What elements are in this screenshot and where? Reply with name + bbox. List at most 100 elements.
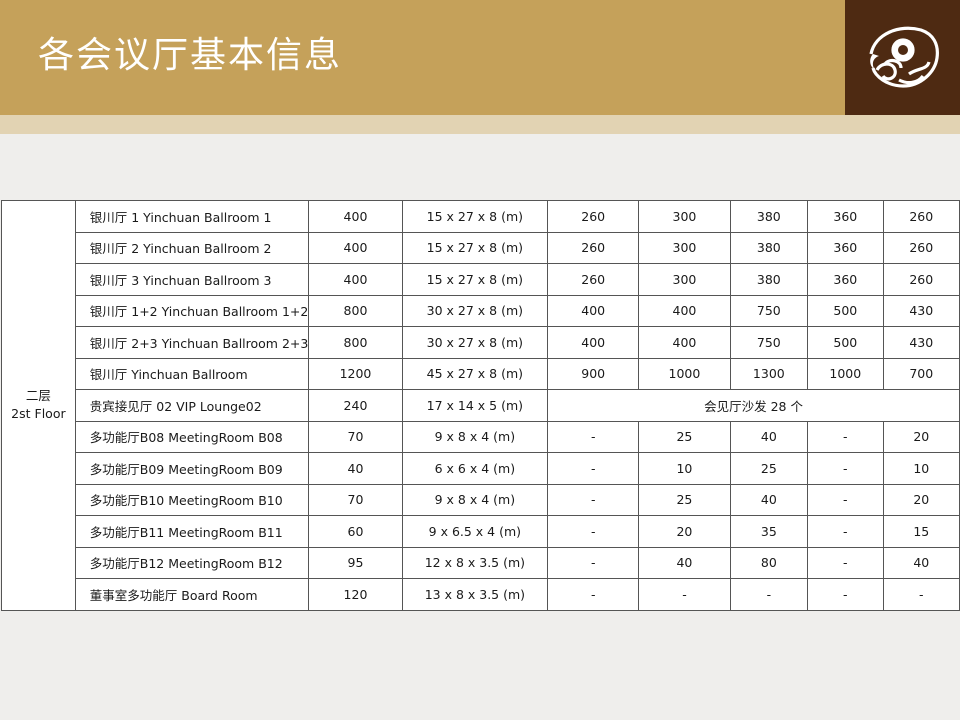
capacity-cell: 430 — [882, 294, 960, 327]
dimensions-cell: 9 x 8 x 4 (m) — [401, 483, 549, 516]
venue-table: 二层 2st Floor 银川厅 1 Yinchuan Ballroom 1 400 1… — [1, 200, 960, 611]
venue-name-cell: 银川厅 2+3 Yinchuan Ballroom 2+3 — [74, 326, 310, 359]
venue-name-cell: 多功能厅B11 MeetingRoom B11 — [74, 515, 310, 548]
header-strip — [0, 115, 960, 134]
area-cell: 800 — [308, 294, 403, 327]
capacity-cell: 40 — [729, 420, 809, 453]
table-row: 多功能厅B12 MeetingRoom B12 95 12 x 8 x 3.5 (m… — [2, 546, 960, 579]
area-cell: 60 — [308, 515, 403, 548]
area-cell: 400 — [308, 200, 403, 233]
venue-name-cell: 多功能厅B09 MeetingRoom B09 — [74, 452, 310, 485]
capacity-cell: 260 — [547, 231, 640, 264]
capacity-cell: - — [807, 546, 884, 579]
capacity-cell: 10 — [638, 452, 731, 485]
venue-name-cell: 银川厅 1+2 Yinchuan Ballroom 1+2 — [74, 294, 310, 327]
capacity-cell: - — [547, 483, 640, 516]
capacity-cell: 500 — [807, 326, 884, 359]
table-row: 贵宾接见厅 02 VIP Lounge02 240 17 x 14 x 5 (m) 会… — [2, 389, 960, 422]
floor-label-line: 二层 — [25, 388, 51, 404]
capacity-cell: - — [638, 578, 731, 611]
capacity-cell: 400 — [638, 294, 731, 327]
capacity-cell: 40 — [638, 546, 731, 579]
dimensions-cell: 15 x 27 x 8 (m) — [401, 200, 549, 233]
capacity-cell: 380 — [729, 263, 809, 296]
capacity-cell: 20 — [882, 483, 960, 516]
capacity-cell: 750 — [729, 294, 809, 327]
capacity-cell: - — [729, 578, 809, 611]
area-cell: 40 — [308, 452, 403, 485]
venue-name-cell: 银川厅 Yinchuan Ballroom — [74, 357, 310, 390]
capacity-cell: 260 — [547, 263, 640, 296]
area-cell: 400 — [308, 263, 403, 296]
area-cell: 70 — [308, 483, 403, 516]
venue-name-cell: 董事室多功能厅 Board Room — [74, 578, 310, 611]
area-cell: 400 — [308, 231, 403, 264]
capacity-cell: 15 — [882, 515, 960, 548]
capacity-cell: - — [807, 420, 884, 453]
capacity-cell: 900 — [547, 357, 640, 390]
area-cell: 1200 — [308, 357, 403, 390]
capacity-cell: 360 — [807, 200, 884, 233]
capacity-cell: - — [547, 578, 640, 611]
dimensions-cell: 9 x 8 x 4 (m) — [401, 420, 549, 453]
table-row: 多功能厅B08 MeetingRoom B08 70 9 x 8 x 4 (m) -2… — [2, 420, 960, 453]
page-title: 各会议厅基本信息 — [38, 35, 343, 76]
venue-name-cell: 贵宾接见厅 02 VIP Lounge02 — [74, 389, 310, 422]
capacity-cell: 400 — [547, 294, 640, 327]
capacity-cell: 20 — [882, 420, 960, 453]
capacity-cell: 360 — [807, 263, 884, 296]
capacity-cell: - — [807, 515, 884, 548]
capacity-cell: 1000 — [807, 357, 884, 390]
table-row: 二层 2st Floor 银川厅 1 Yinchuan Ballroom 1 400 1… — [1, 200, 960, 611]
capacity-cell: 750 — [729, 326, 809, 359]
venue-name-cell: 多功能厅B08 MeetingRoom B08 — [74, 420, 310, 453]
capacity-cell: 360 — [807, 231, 884, 264]
capacity-cell: 400 — [547, 326, 640, 359]
dimensions-cell: 30 x 27 x 8 (m) — [401, 294, 549, 327]
capacity-cell: 20 — [638, 515, 731, 548]
floor-label-cell: 二层 2st Floor — [1, 200, 76, 611]
dimensions-cell: 13 x 8 x 3.5 (m) — [401, 578, 549, 611]
capacity-cell: - — [807, 483, 884, 516]
table-row: 董事室多功能厅 Board Room 120 13 x 8 x 3.5 (m) - - -… — [2, 578, 960, 611]
area-cell: 70 — [308, 420, 403, 453]
capacity-cell: 300 — [638, 231, 731, 264]
capacity-cell: - — [882, 578, 960, 611]
venue-name-cell: 银川厅 1 Yinchuan Ballroom 1 — [74, 200, 310, 233]
capacity-cell: 25 — [729, 452, 809, 485]
capacity-cell: - — [547, 515, 640, 548]
dimensions-cell: 30 x 27 x 8 (m) — [401, 326, 549, 359]
dimensions-cell: 15 x 27 x 8 (m) — [401, 231, 549, 264]
capacity-cell: 260 — [547, 200, 640, 233]
table-row: 银川厅 3 Yinchuan Ballroom 3 400 15 x 27 x 8 … — [2, 263, 960, 296]
capacity-cell: 300 — [638, 263, 731, 296]
capacity-cell: - — [547, 452, 640, 485]
area-cell: 800 — [308, 326, 403, 359]
capacity-cell: 430 — [882, 326, 960, 359]
logo-block — [845, 0, 960, 115]
capacity-cell: 10 — [882, 452, 960, 485]
capacity-cell: - — [807, 578, 884, 611]
venue-name-cell: 银川厅 2 Yinchuan Ballroom 2 — [74, 231, 310, 264]
dimensions-cell: 6 x 6 x 4 (m) — [401, 452, 549, 485]
venue-name-cell: 银川厅 3 Yinchuan Ballroom 3 — [74, 263, 310, 296]
capacity-cell: 300 — [638, 200, 731, 233]
capacity-cell: 260 — [882, 200, 960, 233]
venue-table-body: 二层 2st Floor 银川厅 1 Yinchuan Ballroom 1 400 1… — [1, 200, 960, 611]
area-cell: 95 — [308, 546, 403, 579]
capacity-cell: 25 — [638, 483, 731, 516]
capacity-cell: - — [547, 546, 640, 579]
table-row: 银川厅 1+2 Yinchuan Ballroom 1+2 800 30 x 27 … — [2, 294, 960, 327]
capacity-cell: 260 — [882, 231, 960, 264]
table-row: 多功能厅B11 MeetingRoom B11 60 9 x 6.5 x 4 (m)… — [2, 515, 960, 548]
floor-label-line: 2st Floor — [11, 406, 66, 422]
table-row: 银川厅 2 Yinchuan Ballroom 2 400 15 x 27 x 8 … — [2, 231, 960, 264]
cloud-ring-logo-icon — [869, 26, 939, 88]
dimensions-cell: 17 x 14 x 5 (m) — [401, 389, 549, 422]
capacity-cell: 1300 — [729, 357, 809, 390]
capacity-cell: 380 — [729, 231, 809, 264]
capacity-cell: 40 — [729, 483, 809, 516]
capacity-cell: 700 — [882, 357, 960, 390]
capacity-cell: 80 — [729, 546, 809, 579]
capacity-cell: 400 — [638, 326, 731, 359]
